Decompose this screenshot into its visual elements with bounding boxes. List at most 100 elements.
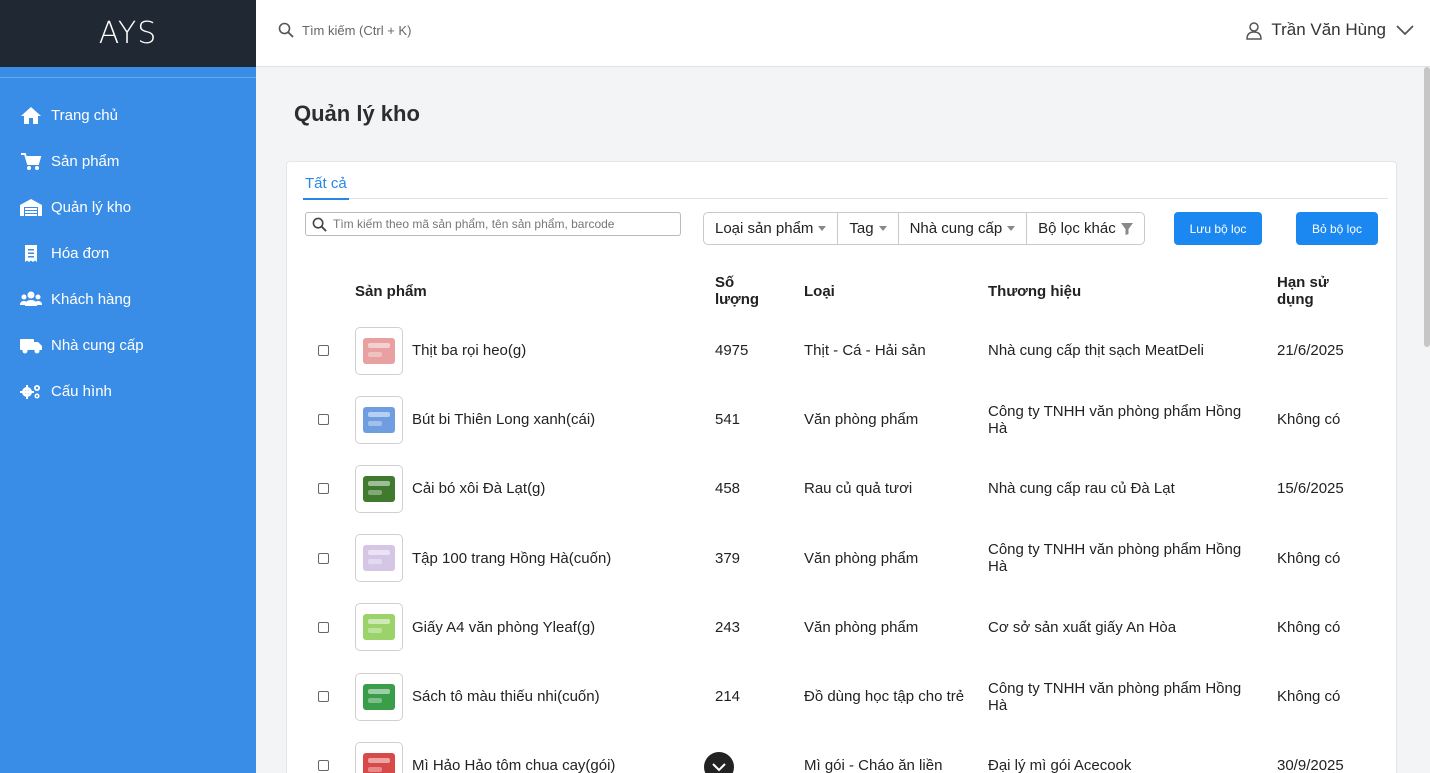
- product-name[interactable]: Giấy A4 văn phòng Yleaf(g): [412, 619, 595, 636]
- home-icon: [19, 105, 43, 125]
- type-cell: Thịt - Cá - Hải sản: [804, 342, 926, 360]
- brand-cell: Nhà cung cấp rau củ Đà Lạt: [988, 480, 1175, 498]
- brand-cell: Công ty TNHH văn phòng phẩm Hồng Hà: [988, 402, 1242, 437]
- expiry-cell: Không có: [1277, 688, 1341, 706]
- row-checkbox[interactable]: [318, 345, 329, 357]
- header-product[interactable]: Sản phẩm: [355, 266, 715, 316]
- product-thumbnail[interactable]: [355, 603, 403, 652]
- type-cell: Văn phòng phẩm: [804, 549, 919, 567]
- sidebar-item-settings[interactable]: Cấu hình: [0, 368, 256, 414]
- user-icon: [1246, 21, 1263, 40]
- filter-label: Bộ lọc khác: [1038, 220, 1116, 237]
- product-name[interactable]: Cải bó xôi Đà Lạt(g): [412, 480, 545, 497]
- product-name[interactable]: Tập 100 trang Hồng Hà(cuốn): [412, 550, 611, 567]
- search-icon: [278, 22, 294, 38]
- user-menu[interactable]: Trần Văn Hùng: [1245, 20, 1414, 40]
- product-name[interactable]: Sách tô màu thiếu nhi(cuốn): [412, 688, 600, 705]
- sidebar: AYS Trang chủ Sản phẩm Quản lý kho Hóa đ: [0, 0, 256, 773]
- tab-all[interactable]: Tất cả: [303, 175, 349, 200]
- brand-cell: Đại lý mì gói Acecook: [988, 757, 1132, 773]
- global-search[interactable]: Tìm kiếm (Ctrl + K): [278, 22, 411, 38]
- product-name[interactable]: Thịt ba rọi heo(g): [412, 342, 526, 359]
- expiry-cell: 21/6/2025: [1277, 342, 1344, 360]
- product-image-icon: [363, 752, 395, 773]
- row-checkbox[interactable]: [318, 760, 329, 772]
- receipt-icon: [19, 243, 43, 263]
- product-name[interactable]: Bút bi Thiên Long xanh(cái): [412, 411, 595, 428]
- sidebar-item-label: Khách hàng: [51, 290, 132, 308]
- filter-label: Nhà cung cấp: [909, 220, 1003, 237]
- filter-tag[interactable]: Tag: [838, 213, 899, 244]
- filter-group: Loại sản phẩm Tag Nhà cung cấp Bộ lọc kh…: [703, 212, 1145, 245]
- header-quantity[interactable]: Số lượng: [715, 266, 804, 316]
- table-row[interactable]: Sách tô màu thiếu nhi(cuốn) 214 Đồ dùng họ…: [287, 662, 1396, 731]
- users-icon: [19, 289, 43, 309]
- row-select-cell: [287, 454, 355, 523]
- table-row[interactable]: Cải bó xôi Đà Lạt(g) 458 Rau củ quả tươi Nh…: [287, 454, 1396, 523]
- app-logo[interactable]: AYS: [99, 16, 158, 51]
- cart-icon: [19, 151, 43, 171]
- search-icon: [312, 217, 327, 232]
- sidebar-item-customers[interactable]: Khách hàng: [0, 276, 256, 322]
- expiry-cell: Không có: [1277, 618, 1341, 636]
- table-row[interactable]: Mì Hảo Hảo tôm chua cay(gói)5Mì gói - Ch…: [287, 731, 1396, 773]
- filter-supplier[interactable]: Nhà cung cấp: [899, 213, 1028, 244]
- sidebar-item-suppliers[interactable]: Nhà cung cấp: [0, 322, 256, 368]
- product-image-icon: [363, 475, 395, 502]
- header-expiry[interactable]: Hạn sử dụng: [1277, 266, 1396, 316]
- quantity-cell: 214: [715, 688, 741, 706]
- filter-product-type[interactable]: Loại sản phẩm: [704, 213, 839, 244]
- sidebar-item-label: Hóa đơn: [51, 244, 110, 262]
- sidebar-item-label: Nhà cung cấp: [51, 336, 144, 354]
- sidebar-nav: Trang chủ Sản phẩm Quản lý kho Hóa đơn K…: [0, 78, 256, 414]
- expiry-cell: Không có: [1277, 411, 1341, 429]
- product-cell: Thịt ba rọi heo(g): [355, 316, 715, 385]
- table-row[interactable]: Bút bi Thiên Long xanh(cái) 541 Văn phòng …: [287, 385, 1396, 454]
- sidebar-item-warehouse[interactable]: Quản lý kho: [0, 184, 256, 230]
- chevron-down-icon[interactable]: [1396, 24, 1414, 36]
- product-thumbnail[interactable]: [355, 672, 403, 721]
- row-select-cell: [287, 731, 355, 773]
- quantity-cell: 541: [715, 411, 741, 429]
- save-filter-button[interactable]: Lưu bộ lọc: [1174, 212, 1262, 245]
- product-thumbnail[interactable]: [355, 534, 403, 583]
- product-cell: Tập 100 trang Hồng Hà(cuốn): [355, 524, 715, 593]
- product-thumbnail[interactable]: [355, 464, 403, 513]
- product-cell: Giấy A4 văn phòng Yleaf(g): [355, 593, 715, 662]
- product-image-icon: [363, 683, 395, 710]
- product-search[interactable]: [305, 212, 681, 236]
- header-brand[interactable]: Thương hiệu: [988, 266, 1277, 316]
- table-row[interactable]: Tập 100 trang Hồng Hà(cuốn) 379 Văn phòng …: [287, 524, 1396, 593]
- row-checkbox[interactable]: [318, 552, 329, 564]
- filter-label: Tag: [849, 220, 874, 237]
- row-checkbox[interactable]: [318, 621, 329, 633]
- table-row[interactable]: Giấy A4 văn phòng Yleaf(g) 243 Văn phòng p…: [287, 593, 1396, 662]
- row-checkbox[interactable]: [318, 691, 329, 703]
- page-scrollbar[interactable]: [1424, 67, 1430, 347]
- product-thumbnail[interactable]: [355, 326, 403, 375]
- row-select-cell: [287, 662, 355, 731]
- product-cell: Cải bó xôi Đà Lạt(g): [355, 454, 715, 523]
- product-search-input[interactable]: [333, 217, 663, 231]
- inventory-card: Tất cả Loại sản phẩm Tag Nhà cung cấp Bộ…: [286, 161, 1397, 773]
- row-checkbox[interactable]: [318, 414, 329, 426]
- product-name[interactable]: Mì Hảo Hảo tôm chua cay(gói): [412, 757, 615, 773]
- filter-other[interactable]: Bộ lọc khác: [1027, 213, 1144, 244]
- product-image-icon: [363, 545, 395, 572]
- sidebar-item-products[interactable]: Sản phẩm: [0, 138, 256, 184]
- product-thumbnail[interactable]: [355, 741, 403, 773]
- truck-icon: [19, 335, 43, 355]
- gears-icon: [19, 381, 43, 401]
- brand-cell: Công ty TNHH văn phòng phẩm Hồng Hà: [988, 541, 1242, 576]
- sidebar-item-home[interactable]: Trang chủ: [0, 92, 256, 138]
- row-checkbox[interactable]: [318, 483, 329, 495]
- table-header-row: Sản phẩm Số lượng Loại Thương hiệu Hạn s…: [287, 266, 1396, 316]
- table-row[interactable]: Thịt ba rọi heo(g) 4975 Thịt - Cá - Hải sả…: [287, 316, 1396, 385]
- quantity-cell: 243: [715, 618, 741, 636]
- caret-down-icon: [1007, 226, 1016, 231]
- header-type[interactable]: Loại: [804, 266, 988, 316]
- product-thumbnail[interactable]: [355, 395, 403, 444]
- clear-filter-button[interactable]: Bỏ bộ lọc: [1296, 212, 1378, 245]
- global-search-input[interactable]: Tìm kiếm (Ctrl + K): [302, 23, 411, 38]
- sidebar-item-invoices[interactable]: Hóa đơn: [0, 230, 256, 276]
